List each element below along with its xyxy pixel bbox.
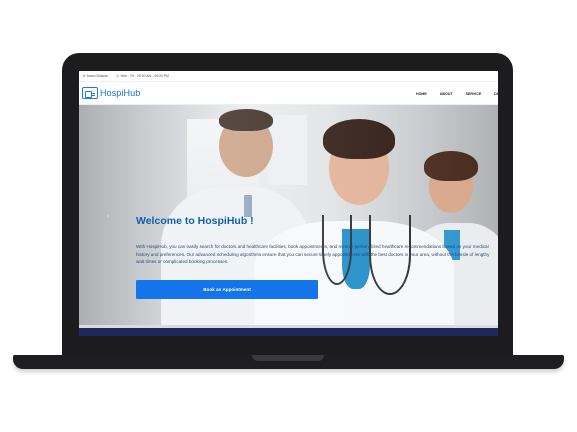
hero-title: Welcome to HospiHub !: [136, 215, 254, 227]
laptop-screen: ● Aravo Bhavan ◷ Mon - Fri : 09:00 AM - …: [79, 71, 498, 336]
top-info-bar: ● Aravo Bhavan ◷ Mon - Fri : 09:00 AM - …: [79, 71, 498, 82]
brand-name: HospiHub: [100, 88, 141, 98]
laptop-notch: [252, 355, 324, 361]
map-pin-icon: ●: [83, 74, 86, 78]
carousel-prev-arrow[interactable]: ‹: [107, 213, 109, 220]
location-text: Aravo Bhavan: [86, 74, 108, 78]
hospital-logo-icon: [82, 87, 98, 99]
nav-home[interactable]: HOME: [416, 92, 427, 96]
nav-doctors[interactable]: DI: [494, 92, 498, 96]
hours-item: ◷ Mon - Fri : 09:00 AM - 09:00 PM: [116, 74, 169, 78]
location-item: ● Aravo Bhavan: [83, 74, 108, 78]
nav-service[interactable]: SERVICE: [466, 92, 482, 96]
brand-logo[interactable]: HospiHub: [82, 87, 140, 99]
clock-icon: ◷: [115, 74, 120, 78]
nav-links: HOME ABOUT SERVICE DI: [416, 82, 498, 105]
nav-about[interactable]: ABOUT: [440, 92, 453, 96]
navbar: HospiHub HOME ABOUT SERVICE DI: [79, 82, 498, 105]
hours-text: Mon - Fri : 09:00 AM - 09:00 PM: [120, 74, 169, 78]
hero-description: With HospiHub, you can easily search for…: [136, 244, 490, 265]
footer-bar: [79, 328, 498, 336]
book-appointment-button[interactable]: Book an Appointment: [136, 280, 318, 299]
hero-carousel: ‹ Welcome to HospiHub ! With HospiHub, y…: [79, 105, 498, 328]
